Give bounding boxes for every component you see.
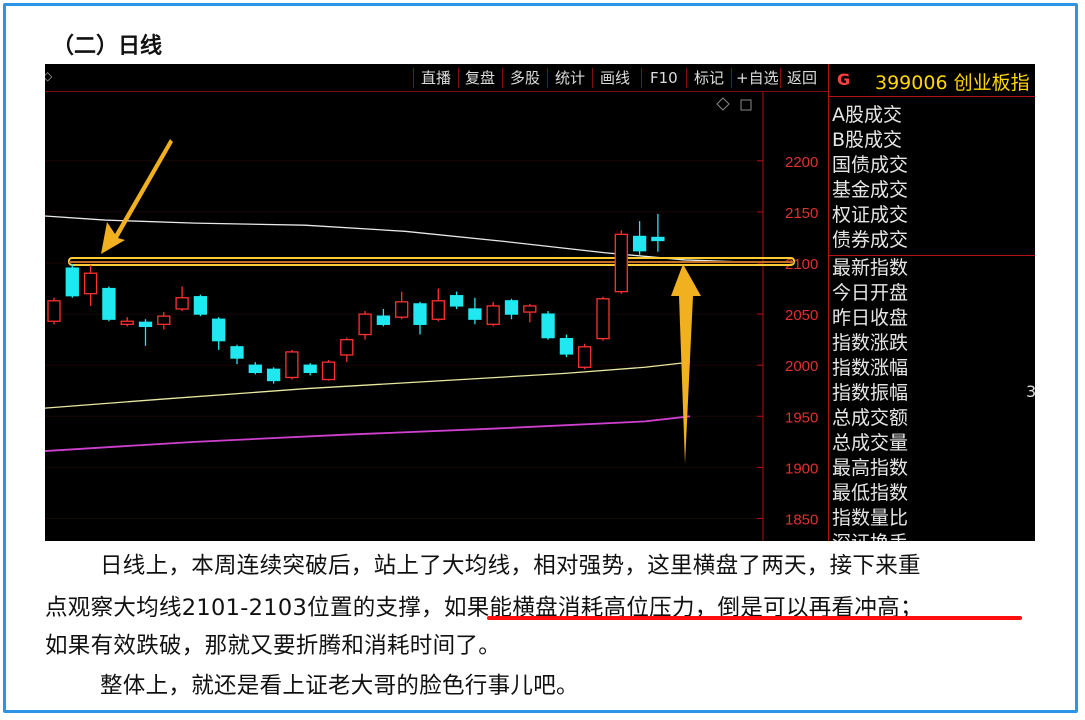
candle-body	[358, 313, 372, 336]
y-tick-label: 2200	[785, 154, 818, 171]
list-item: 指数振幅	[832, 382, 909, 404]
index-stats-list: 最新指数 今日开盘 昨日收盘 指数涨跌 指数涨幅 指数振幅 总成交额 总成交量 …	[832, 256, 908, 541]
list-item: 最低指数	[832, 482, 909, 504]
y-tick-label: 2000	[785, 358, 818, 375]
highlight-underline	[487, 616, 1022, 620]
y-tick-label: 2150	[785, 205, 818, 222]
list-item: 深证换手	[832, 531, 908, 541]
arrow-down-left-icon	[101, 139, 173, 254]
candle-body	[321, 361, 336, 381]
candle-body	[395, 301, 409, 318]
candle-body	[523, 305, 537, 313]
y-tick-label: 1850	[785, 512, 818, 529]
candle-body	[559, 337, 574, 355]
candle-body	[266, 368, 281, 382]
candle-body	[541, 313, 555, 339]
candle-body	[47, 300, 61, 322]
candle-body	[157, 315, 171, 325]
candle-body	[212, 318, 226, 342]
list-item: 最新指数	[832, 257, 909, 279]
candlestick-chart: 22002150210020502000195019001850	[45, 91, 818, 541]
candle-body	[632, 235, 647, 252]
index-flag: G	[837, 70, 851, 89]
window-icon	[740, 99, 752, 111]
paragraph-1-line-3: 如果有效跌破，那就又要折腾和消耗时间了。	[45, 633, 502, 659]
candle-body	[468, 308, 482, 320]
list-item: 总成交额	[832, 407, 909, 429]
list-item: A股成交	[832, 104, 902, 126]
list-item: 指数量比	[832, 507, 909, 529]
candle-body	[193, 296, 208, 315]
diamond-icon	[716, 97, 730, 111]
section-heading: （二）日线	[52, 34, 163, 59]
stock-chart-screenshot: ◇ 直播 复盘 多股 统计 画线 F10 标记 +自选 返回 2200 2150 2…	[45, 64, 1035, 541]
candle-body	[120, 320, 134, 325]
candle-body	[578, 346, 592, 368]
candle-body	[449, 295, 464, 307]
list-item: 指数涨跌	[832, 332, 909, 354]
paragraph-2: 整体上，就还是看上证老大哥的脸色行事儿吧。	[100, 673, 579, 699]
candle-body	[138, 321, 153, 328]
candle-body	[303, 364, 317, 374]
candle-body	[431, 300, 445, 320]
candle-body	[614, 233, 628, 293]
list-item: 指数涨幅	[832, 357, 909, 379]
candle-body	[248, 364, 262, 374]
candle-body	[596, 298, 610, 340]
y-tick-label: 1900	[785, 460, 818, 477]
candle-body	[651, 236, 665, 242]
list-item: 今日开盘	[832, 282, 909, 304]
ma-line-mid	[45, 361, 691, 409]
y-tick-label: 1950	[785, 409, 818, 426]
list-item: 最高指数	[832, 457, 909, 479]
index-code-name: 399006 创业板指	[875, 72, 1030, 94]
candle-body	[65, 267, 79, 297]
trade-volume-list: A股成交 B股成交 国债成交 基金成交 权证成交 债券成交	[832, 103, 908, 253]
panel-edge-value: 3	[1026, 382, 1035, 401]
list-item: B股成交	[832, 129, 903, 151]
list-item: 基金成交	[832, 179, 909, 201]
list-item: 总成交量	[832, 432, 909, 454]
ma-line-slow	[45, 415, 691, 452]
candle-body	[285, 351, 299, 379]
list-item: 昨日收盘	[832, 307, 909, 329]
candle-body	[504, 300, 519, 315]
candle-body	[230, 346, 244, 359]
list-item: 权证成交	[832, 204, 909, 226]
paragraph-1-line-1: 日线上，本周连续突破后，站上了大均线，相对强势，这里横盘了两天，接下来重	[100, 553, 921, 579]
y-tick-label: 2050	[785, 307, 818, 324]
candle-body	[102, 287, 116, 320]
quote-panel: G 399006 创业板指 A股成交 B股成交 国债成交 基金成交 权证成交 债…	[828, 64, 1035, 541]
candle-body	[340, 338, 354, 356]
candle-body	[175, 297, 189, 310]
candle-body	[83, 272, 98, 295]
candle-body	[486, 305, 500, 325]
candle-body	[413, 303, 427, 325]
quote-panel-header: G 399006 创业板指	[829, 64, 1035, 97]
candle-body	[376, 315, 391, 325]
list-item: 债券成交	[832, 229, 909, 251]
list-item: 国债成交	[832, 154, 909, 176]
